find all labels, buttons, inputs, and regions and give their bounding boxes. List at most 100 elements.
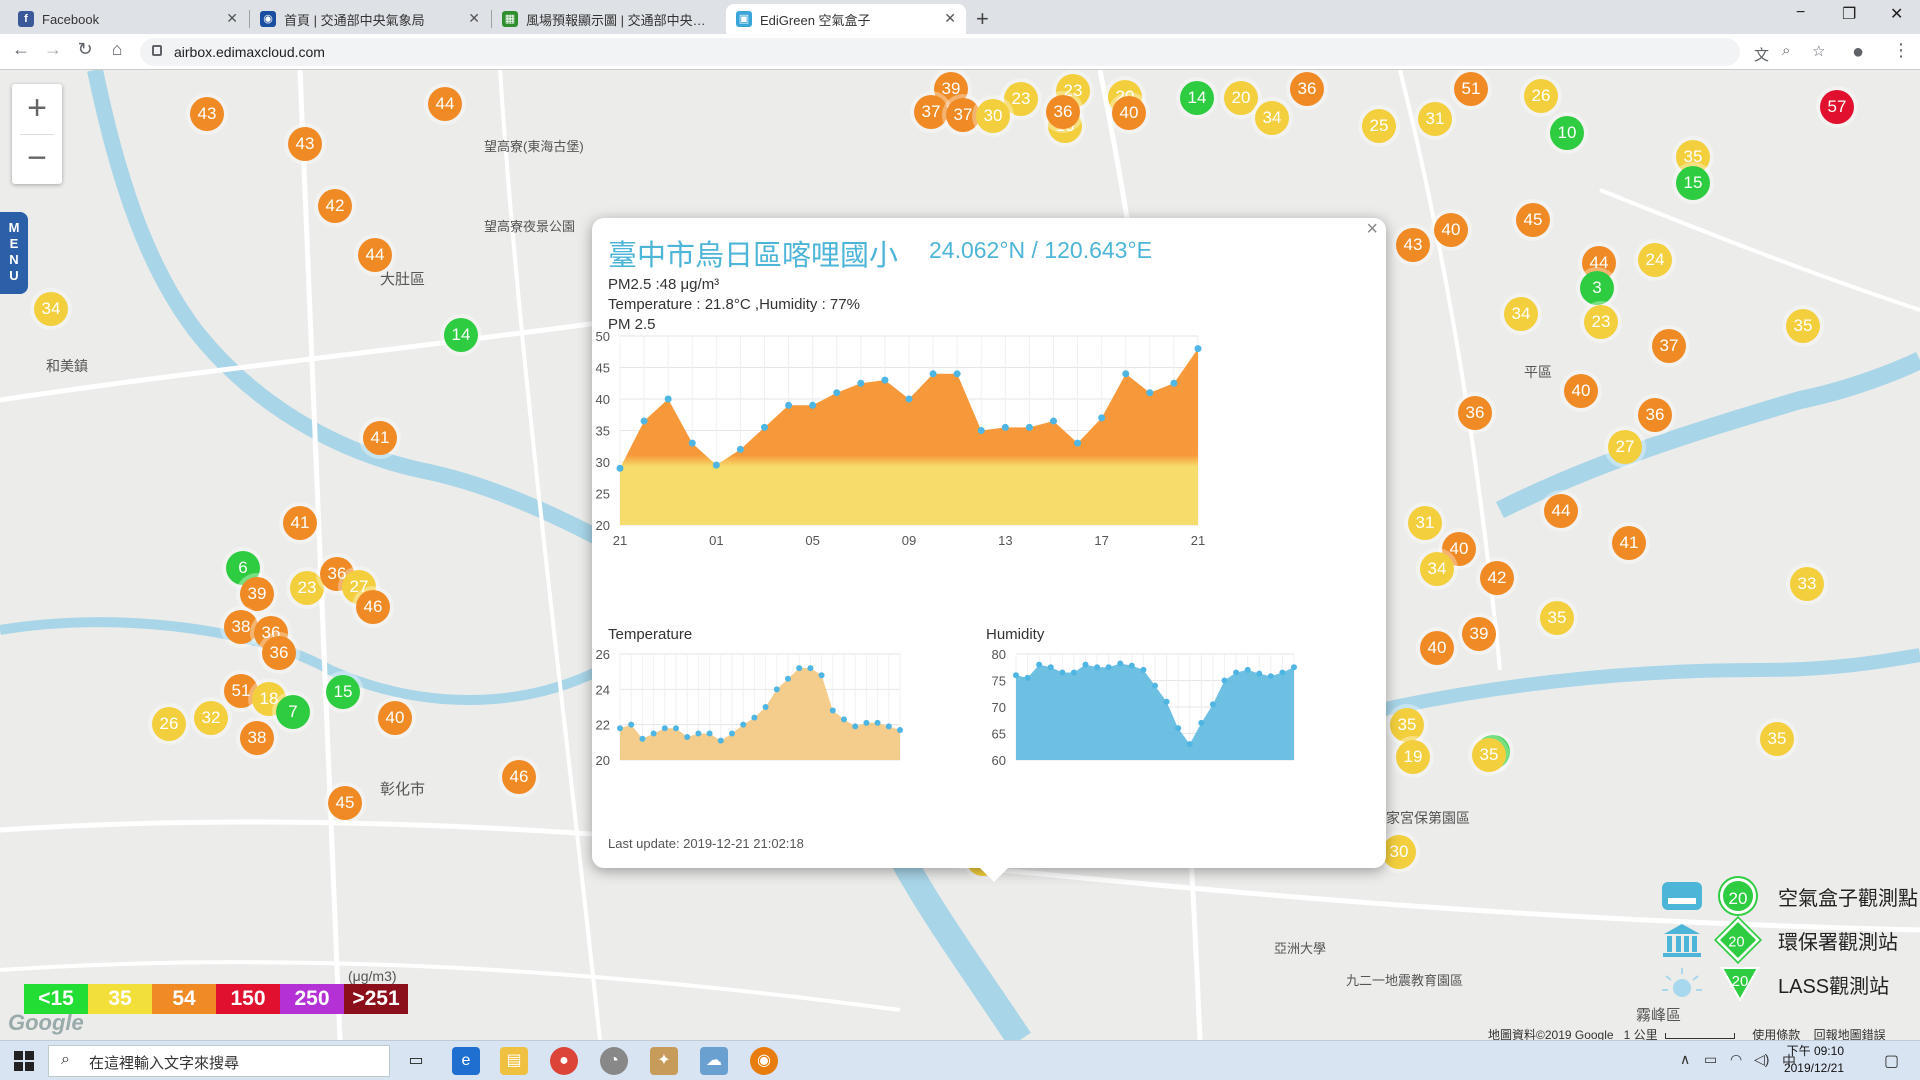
station-marker[interactable]: 31	[1408, 506, 1442, 540]
account-icon[interactable]: ●	[1852, 41, 1864, 64]
data-point[interactable]	[1117, 660, 1124, 667]
tray-chevron-icon[interactable]: ∧	[1680, 1051, 1690, 1068]
station-marker[interactable]: 39	[1462, 617, 1496, 651]
data-point[interactable]	[740, 721, 747, 728]
station-marker[interactable]: 30	[976, 99, 1010, 133]
data-point[interactable]	[640, 417, 648, 425]
station-marker[interactable]: 36	[1046, 95, 1080, 129]
station-marker[interactable]: 43	[190, 97, 224, 131]
data-point[interactable]	[1267, 673, 1274, 680]
close-tab-icon[interactable]: ✕	[226, 10, 238, 27]
data-point[interactable]	[1209, 701, 1216, 708]
station-marker[interactable]: 40	[1434, 213, 1468, 247]
data-point[interactable]	[857, 379, 865, 387]
close-tab-icon[interactable]: ✕	[468, 10, 480, 27]
station-marker[interactable]: 36	[1638, 398, 1672, 432]
close-tab-icon[interactable]: ✕	[944, 10, 956, 27]
data-point[interactable]	[818, 672, 825, 679]
data-point[interactable]	[688, 439, 696, 447]
data-point[interactable]	[953, 370, 961, 378]
station-marker[interactable]: 24	[1638, 243, 1672, 277]
station-marker[interactable]: 51	[1454, 72, 1488, 106]
station-marker[interactable]: 35	[1390, 708, 1424, 742]
station-marker[interactable]: 3	[1580, 271, 1614, 305]
data-point[interactable]	[628, 721, 635, 728]
data-point[interactable]	[785, 401, 793, 409]
station-marker[interactable]: 35	[1760, 722, 1794, 756]
data-point[interactable]	[695, 730, 702, 737]
translate-icon[interactable]: 文	[1754, 44, 1769, 65]
data-point[interactable]	[897, 726, 903, 733]
data-point[interactable]	[1001, 423, 1009, 431]
data-point[interactable]	[1098, 414, 1106, 422]
data-point[interactable]	[833, 389, 841, 397]
data-point[interactable]	[1122, 370, 1130, 378]
data-point[interactable]	[650, 730, 657, 737]
zoom-icon[interactable]: ⌕	[1782, 42, 1790, 59]
station-marker[interactable]: 33	[1790, 567, 1824, 601]
bookmark-star-icon[interactable]: ☆	[1812, 42, 1825, 60]
data-point[interactable]	[1074, 439, 1082, 447]
station-marker[interactable]: 27	[1608, 430, 1642, 464]
data-point[interactable]	[1198, 719, 1205, 726]
address-bar[interactable]: airbox.edimaxcloud.com 文 ⌕ ☆	[140, 38, 1825, 66]
edge-icon[interactable]: e	[452, 1047, 480, 1075]
station-marker[interactable]: 26	[152, 707, 186, 741]
battery-icon[interactable]: ▭	[1704, 1051, 1717, 1068]
data-point[interactable]	[1170, 379, 1178, 387]
data-point[interactable]	[1128, 662, 1135, 669]
data-point[interactable]	[1105, 664, 1112, 671]
data-point[interactable]	[761, 423, 768, 431]
station-marker[interactable]: 37	[946, 98, 980, 132]
home-button[interactable]: ⌂	[104, 39, 130, 60]
data-point[interactable]	[796, 665, 803, 672]
station-marker[interactable]: 10	[1550, 116, 1584, 150]
station-marker[interactable]: 44	[428, 87, 462, 121]
volume-icon[interactable]: ◁)	[1754, 1051, 1769, 1068]
station-marker[interactable]: 19	[1396, 740, 1430, 774]
station-marker[interactable]: 44	[1544, 494, 1578, 528]
station-marker[interactable]: 34	[1420, 552, 1454, 586]
new-tab-button[interactable]: +	[976, 6, 989, 32]
data-point[interactable]	[661, 725, 668, 732]
tab-edigreen[interactable]: ▣ EdiGreen 空氣盒子 ✕	[726, 4, 966, 34]
station-marker[interactable]: 35	[1472, 738, 1506, 772]
data-point[interactable]	[712, 461, 720, 469]
data-point[interactable]	[905, 395, 913, 403]
station-marker[interactable]: 30	[1382, 835, 1416, 869]
station-marker[interactable]: 34	[1504, 297, 1538, 331]
station-marker[interactable]: 36	[262, 636, 296, 670]
close-window-button[interactable]: ✕	[1890, 4, 1903, 24]
data-point[interactable]	[1186, 741, 1193, 748]
data-point[interactable]	[616, 464, 624, 472]
data-point[interactable]	[1140, 666, 1147, 673]
station-marker[interactable]: 37	[914, 95, 948, 129]
data-point[interactable]	[1163, 698, 1170, 705]
data-point[interactable]	[1025, 423, 1033, 431]
windows-start-icon[interactable]	[14, 1051, 34, 1071]
data-point[interactable]	[1146, 389, 1154, 397]
station-marker[interactable]: 15	[1676, 166, 1710, 200]
tab-facebook[interactable]: f Facebook ✕	[8, 4, 248, 34]
data-point[interactable]	[852, 723, 859, 730]
terms-link[interactable]: 使用條款	[1752, 1028, 1800, 1040]
data-point[interactable]	[1291, 664, 1297, 671]
data-point[interactable]	[1024, 674, 1031, 681]
station-marker[interactable]: 36	[1458, 396, 1492, 430]
data-point[interactable]	[1013, 672, 1019, 679]
data-point[interactable]	[809, 401, 817, 409]
station-marker[interactable]: 46	[356, 590, 390, 624]
data-point[interactable]	[684, 734, 691, 741]
data-point[interactable]	[729, 730, 735, 737]
data-point[interactable]	[751, 714, 758, 721]
reload-button[interactable]: ↻	[72, 39, 98, 60]
app-icon[interactable]: ◔	[600, 1047, 628, 1075]
station-marker[interactable]: 15	[326, 675, 360, 709]
data-point[interactable]	[977, 427, 985, 434]
data-point[interactable]	[617, 725, 623, 732]
data-point[interactable]	[874, 719, 881, 726]
data-point[interactable]	[1194, 345, 1202, 353]
station-marker[interactable]: 14	[444, 318, 478, 352]
minimize-button[interactable]: −	[1796, 4, 1805, 22]
station-marker[interactable]: 44	[358, 238, 392, 272]
